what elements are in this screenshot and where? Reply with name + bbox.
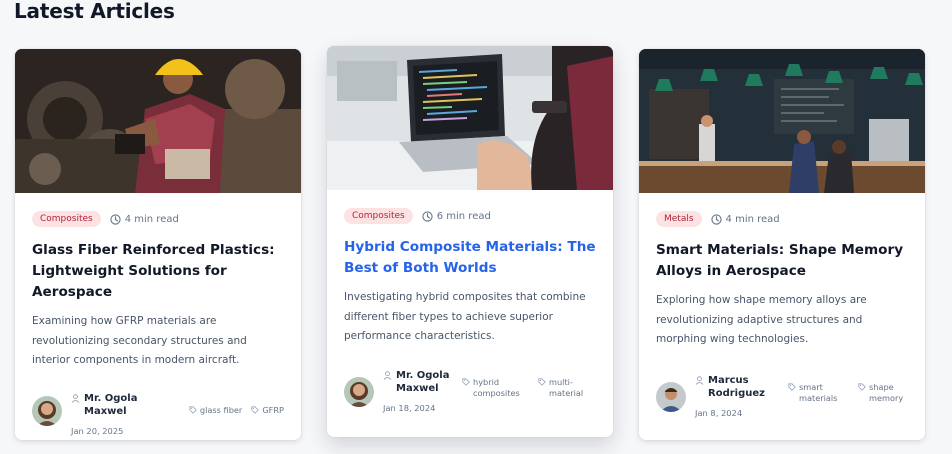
tag[interactable]: multi-material xyxy=(538,377,584,399)
section-title: Latest Articles xyxy=(14,0,175,23)
read-time: 4 min read xyxy=(725,213,780,225)
tag[interactable]: smart materials xyxy=(788,382,838,404)
clock-icon xyxy=(422,210,433,222)
article-card[interactable]: Composites 4 min read Glass Fiber Reinfo… xyxy=(15,49,301,440)
article-excerpt: Exploring how shape memory alloys are re… xyxy=(656,294,867,345)
clock-icon xyxy=(110,213,121,225)
tag-icon xyxy=(251,406,260,414)
tag-icon xyxy=(189,406,197,414)
article-card[interactable]: Metals 4 min read Smart Materials: Shape… xyxy=(639,49,925,440)
article-image-worker-machinery[interactable] xyxy=(15,49,301,193)
publish-date: Jan 18, 2024 xyxy=(383,403,436,413)
article-title[interactable]: Smart Materials: Shape Memory Alloys in … xyxy=(656,240,908,282)
article-excerpt: Examining how GFRP materials are revolut… xyxy=(32,315,247,366)
author-name[interactable]: Mr. Ogola Maxwel xyxy=(396,369,453,395)
user-icon xyxy=(383,371,392,380)
user-icon xyxy=(71,394,80,403)
article-title[interactable]: Glass Fiber Reinforced Plastics: Lightwe… xyxy=(32,240,284,303)
category-badge[interactable]: Composites xyxy=(344,208,413,224)
article-excerpt: Investigating hybrid composites that com… xyxy=(344,291,586,342)
article-image-cafe[interactable] xyxy=(639,49,925,193)
tag-icon xyxy=(538,378,546,386)
read-time: 4 min read xyxy=(124,213,179,225)
user-icon xyxy=(695,376,704,385)
tag[interactable]: glass fiber xyxy=(189,405,242,416)
publish-date: Jan 8, 2024 xyxy=(695,408,743,418)
tag-icon xyxy=(788,383,796,391)
read-time: 6 min read xyxy=(436,210,491,222)
publish-date: Jan 20, 2025 xyxy=(71,426,124,436)
article-title[interactable]: Hybrid Composite Materials: The Best of … xyxy=(344,237,596,279)
tag[interactable]: hybrid composites xyxy=(462,377,520,399)
category-badge[interactable]: Composites xyxy=(32,211,101,227)
category-badge[interactable]: Metals xyxy=(656,211,702,227)
author-name[interactable]: Marcus Rodriguez xyxy=(708,374,775,400)
tag-icon xyxy=(858,383,866,391)
article-card[interactable]: Composites 6 min read Hybrid Composite M… xyxy=(327,46,613,437)
tag-icon xyxy=(462,378,470,386)
clock-icon xyxy=(710,213,722,225)
tag[interactable]: shape memory xyxy=(858,382,904,404)
avatar xyxy=(656,382,686,412)
avatar xyxy=(32,396,62,426)
tag[interactable]: GFRP xyxy=(251,405,284,416)
article-image-laptop-code[interactable] xyxy=(327,46,613,190)
author-name[interactable]: Mr. Ogola Maxwel xyxy=(84,392,175,418)
avatar xyxy=(344,377,374,407)
